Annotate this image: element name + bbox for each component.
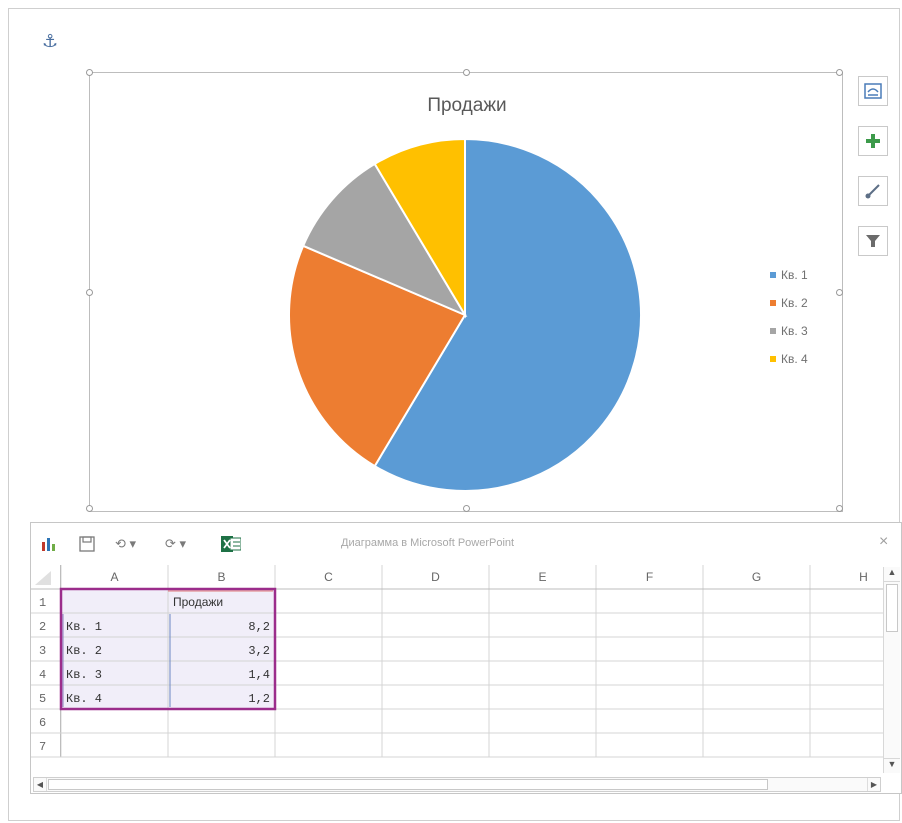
filter-icon <box>866 235 880 247</box>
row-header[interactable]: 7 <box>39 740 46 754</box>
vertical-scrollbar[interactable]: ▲ ▼ <box>883 567 900 773</box>
scroll-thumb-horizontal[interactable] <box>48 779 768 790</box>
anchor-icon[interactable]: ⚓ <box>42 31 58 52</box>
legend-label: Кв. 1 <box>781 268 808 282</box>
chart-elements-button[interactable] <box>858 126 888 156</box>
cell-a2[interactable]: Кв. 1 <box>66 620 102 634</box>
chart-legend[interactable]: Кв. 1 Кв. 2 Кв. 3 Кв. 4 <box>770 261 808 373</box>
column-header-d[interactable]: D <box>431 570 440 584</box>
legend-item[interactable]: Кв. 3 <box>770 317 808 345</box>
close-button[interactable]: × <box>879 533 888 551</box>
excel-icon[interactable] <box>221 534 241 554</box>
column-header-b[interactable]: B <box>217 570 225 584</box>
legend-item[interactable]: Кв. 2 <box>770 289 808 317</box>
legend-item[interactable]: Кв. 1 <box>770 261 808 289</box>
column-header-f[interactable]: F <box>646 570 653 584</box>
legend-item[interactable]: Кв. 4 <box>770 345 808 373</box>
cell-b3[interactable]: 3,2 <box>248 644 270 658</box>
cell-a3[interactable]: Кв. 2 <box>66 644 102 658</box>
chart-data-window: ⟲ ▾ ⟳ ▾ Диаграмма в Microsoft PowerPoint… <box>30 522 902 794</box>
legend-label: Кв. 4 <box>781 352 808 366</box>
spreadsheet-grid[interactable]: ABCDEFGHI1Продажи2Кв. 18,23Кв. 23,24Кв. … <box>31 565 883 777</box>
column-header-h[interactable]: H <box>859 570 868 584</box>
cell-a4[interactable]: Кв. 3 <box>66 668 102 682</box>
column-header-c[interactable]: C <box>324 570 333 584</box>
scroll-thumb[interactable] <box>886 584 898 632</box>
legend-swatch <box>770 272 776 278</box>
quick-access-toolbar: ⟲ ▾ ⟳ ▾ Диаграмма в Microsoft PowerPoint… <box>31 523 901 565</box>
row-header[interactable]: 5 <box>39 692 46 706</box>
legend-swatch <box>770 300 776 306</box>
chart-styles-button[interactable] <box>858 176 888 206</box>
chart-object[interactable]: Продажи Кв. 1 Кв. 2 Кв. 3 Кв. 4 <box>86 69 843 512</box>
row-header[interactable]: 1 <box>39 596 46 610</box>
brush-icon <box>865 184 880 199</box>
horizontal-scrollbar[interactable]: ◀ ▶ <box>33 777 881 792</box>
redo-button[interactable]: ⟳ ▾ <box>165 534 186 554</box>
plus-icon <box>866 134 880 148</box>
cell-b1[interactable]: Продажи <box>173 595 223 609</box>
undo-button[interactable]: ⟲ ▾ <box>115 534 136 554</box>
pie-chart <box>288 137 642 492</box>
scroll-right-arrow-icon[interactable]: ▶ <box>867 778 880 791</box>
row-header[interactable]: 3 <box>39 644 46 658</box>
row-header[interactable]: 2 <box>39 620 46 634</box>
legend-swatch <box>770 328 776 334</box>
window-title: Диаграмма в Microsoft PowerPoint <box>341 537 515 549</box>
cell-b4[interactable]: 1,4 <box>248 668 270 682</box>
row-header[interactable]: 4 <box>39 668 46 682</box>
column-header-a[interactable]: A <box>110 570 118 584</box>
legend-label: Кв. 2 <box>781 296 808 310</box>
legend-swatch <box>770 356 776 362</box>
legend-label: Кв. 3 <box>781 324 808 338</box>
column-header-g[interactable]: G <box>752 570 761 584</box>
cell-a5[interactable]: Кв. 4 <box>66 692 102 706</box>
scroll-left-arrow-icon[interactable]: ◀ <box>34 778 47 791</box>
chart-icon[interactable] <box>41 534 59 554</box>
save-icon[interactable] <box>79 534 95 554</box>
chart-layout-button[interactable] <box>858 76 888 106</box>
column-header-e[interactable]: E <box>538 570 546 584</box>
scroll-up-arrow-icon[interactable]: ▲ <box>884 567 900 582</box>
cell-b2[interactable]: 8,2 <box>248 620 270 634</box>
scroll-down-arrow-icon[interactable]: ▼ <box>884 758 900 773</box>
row-header[interactable]: 6 <box>39 716 46 730</box>
chart-filters-button[interactable] <box>858 226 888 256</box>
layout-icon <box>864 83 882 99</box>
cell-b5[interactable]: 1,2 <box>248 692 270 706</box>
